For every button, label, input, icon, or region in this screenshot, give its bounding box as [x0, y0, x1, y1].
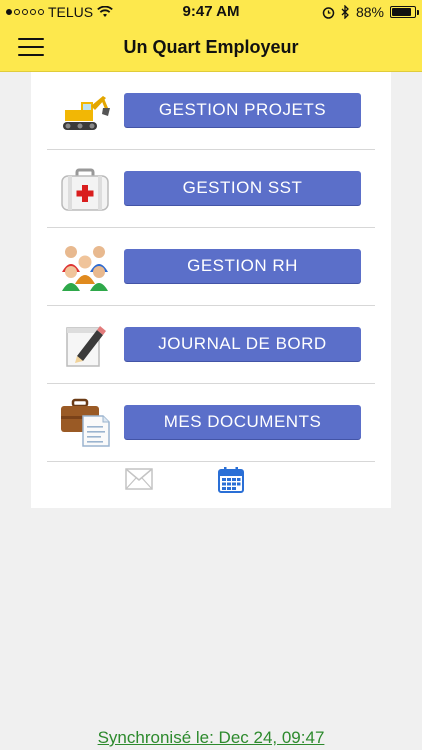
- menu-row-gestion-sst: GESTION SST: [47, 150, 375, 228]
- briefcase-document-icon: [61, 398, 110, 447]
- battery-icon: [390, 6, 419, 18]
- menu-row-gestion-rh: GESTION RH: [47, 228, 375, 306]
- alarm-icon: [322, 6, 335, 19]
- status-right: 88%: [322, 4, 419, 20]
- gestion-rh-button[interactable]: GESTION RH: [124, 249, 361, 283]
- menu-row-gestion-projets: GESTION PROJETS: [47, 72, 375, 150]
- status-bar: TELUS 9:47 AM 88%: [0, 0, 422, 24]
- first-aid-kit-icon: [61, 168, 109, 211]
- page-title: Un Quart Employeur: [123, 37, 299, 57]
- main-menu-card: GESTION PROJETS GESTION SST GESTION RH J…: [31, 72, 391, 508]
- mail-icon[interactable]: [125, 468, 153, 490]
- journal-de-bord-button[interactable]: JOURNAL DE BORD: [124, 327, 361, 361]
- excavator-icon: [63, 96, 110, 130]
- mes-documents-button[interactable]: MES DOCUMENTS: [124, 405, 361, 439]
- bluetooth-icon: [341, 5, 349, 19]
- calendar-icon[interactable]: [217, 466, 245, 494]
- notepad-pencil-icon: [66, 326, 106, 367]
- sync-status-text: Synchronisé le: Dec 24, 09:47: [97, 728, 325, 747]
- app-header: TELUS 9:47 AM 88% Un Quart Employeur: [0, 0, 422, 72]
- menu-row-journal-de-bord: JOURNAL DE BORD: [47, 306, 375, 384]
- people-group-icon: [62, 246, 108, 291]
- menu-row-mes-documents: MES DOCUMENTS: [47, 384, 375, 462]
- bottom-icon-bar: [31, 462, 391, 502]
- gestion-projets-button[interactable]: GESTION PROJETS: [124, 93, 361, 127]
- gestion-sst-button[interactable]: GESTION SST: [124, 171, 361, 205]
- battery-percent: 88%: [355, 4, 384, 20]
